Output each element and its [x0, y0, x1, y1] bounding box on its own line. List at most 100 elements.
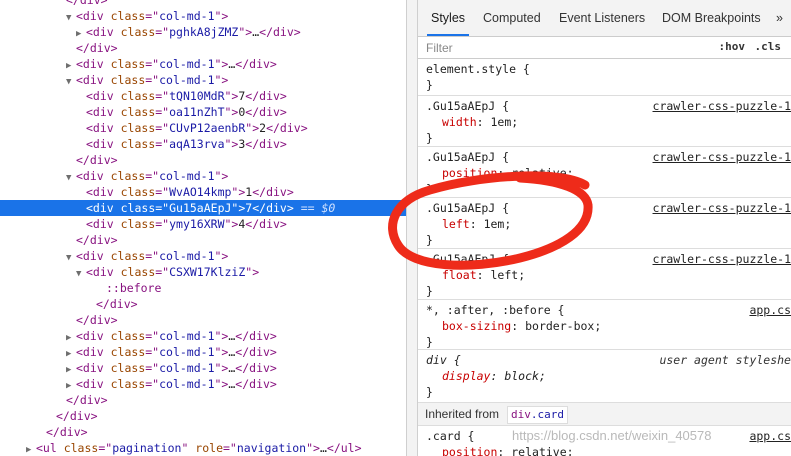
dom-node-row[interactable]: <div class="oa11nZhT">0</div> [0, 104, 287, 120]
node-tag-text: "> [231, 185, 246, 199]
cls-toggle[interactable]: .cls [755, 40, 782, 53]
dom-node-row[interactable]: ▼ <div class="col-md-1"> [0, 168, 228, 184]
dom-node-row[interactable]: ▶ <div class="col-md-1">…</div> [0, 328, 277, 344]
node-attr-text: class [110, 169, 146, 183]
dom-node-row[interactable]: <div class="tQN10MdR">7</div> [0, 88, 287, 104]
node-tag-text: </div> [259, 25, 301, 39]
node-tag-text: <div [76, 57, 111, 71]
node-val-text: pagination [112, 441, 182, 455]
dom-node-row[interactable]: ▶ <div class="col-md-1">…</div> [0, 344, 277, 360]
tab-computed[interactable]: Computed [483, 0, 541, 36]
node-attr-text: class [110, 329, 146, 343]
dom-node-row[interactable]: </div> [0, 424, 88, 440]
node-val-text: col-md-1 [159, 377, 215, 391]
dom-node-row[interactable]: </div> [0, 392, 108, 408]
dom-node-row[interactable]: ▼ <div class="col-md-1"> [0, 8, 228, 24]
style-rule: *, :after, :before {app.cs box-sizing: bo… [418, 300, 791, 350]
styles-filter-input[interactable] [424, 39, 698, 56]
rule-source-link[interactable]: app.cs [749, 302, 791, 318]
card-declaration[interactable]: position: relative; [442, 444, 574, 456]
rule-source-link[interactable]: crawler-css-puzzle-1 [653, 251, 791, 267]
node-tag-text: =" [155, 121, 170, 135]
node-tag-text: "> [231, 201, 246, 215]
css-declaration[interactable]: box-sizing: border-box; [442, 318, 601, 334]
css-declaration[interactable]: display: block; [442, 368, 546, 384]
node-attr-text: class [120, 201, 156, 215]
tab-styles[interactable]: Styles [426, 0, 470, 36]
user-agent-label: user agent styleshe [659, 353, 791, 367]
rule-source-link[interactable]: crawler-css-puzzle-1 [653, 200, 791, 216]
node-val-text: pghkA8jZMZ [169, 25, 239, 39]
dom-node-row[interactable]: <div class="aqA13rva">3</div> [0, 136, 287, 152]
node-tag-text: </div> [46, 425, 88, 439]
css-declaration[interactable]: position: relative; [442, 165, 574, 181]
rule-close-brace: } [426, 233, 433, 247]
dom-node-row[interactable]: ::before [0, 280, 161, 296]
tab-event-listeners[interactable]: Event Listeners [559, 0, 645, 36]
inherited-header: Inherited from div.card [418, 403, 791, 426]
expand-right-icon[interactable]: ▶ [26, 442, 36, 456]
dom-node-row[interactable]: ▶ <ul class="pagination" role="navigation… [0, 440, 362, 456]
card-source-link[interactable]: app.cs [749, 428, 791, 444]
dom-node-row[interactable]: ▶ <div class="col-md-1">…</div> [0, 376, 277, 392]
dom-node-row[interactable]: </div> [0, 296, 138, 312]
node-tag-text: <div [86, 121, 121, 135]
css-declaration[interactable]: width: 1em; [442, 114, 518, 130]
node-tag-text: =" [145, 73, 160, 87]
css-declaration[interactable]: left: 1em; [442, 216, 511, 232]
node-tag-text: =" [155, 265, 170, 279]
dom-node-row[interactable]: </div> [0, 152, 118, 168]
dom-node-row[interactable]: <div class="CUvP12aenbR">2</div> [0, 120, 308, 136]
node-tag-text: <div [86, 105, 121, 119]
tab-overflow-chevron[interactable]: » [776, 0, 783, 36]
rule-source-link[interactable]: crawler-css-puzzle-1 [653, 149, 791, 165]
css-declaration[interactable]: float: left; [442, 267, 525, 283]
dom-node-row[interactable]: <div class="ymy16XRW">4</div> [0, 216, 287, 232]
node-tag-text: </div> [56, 409, 98, 423]
rule-selector: .Gu15aAEpJ { [426, 201, 510, 215]
node-tag-text: =" [223, 441, 237, 455]
node-val-text: Gu15aAEpJ [169, 201, 232, 215]
inherited-element-link[interactable]: div.card [507, 406, 568, 424]
node-tag-text: </div> [76, 41, 118, 55]
node-tag-text: "> [214, 249, 229, 263]
dom-node-row[interactable]: </div> [0, 312, 118, 328]
dom-node-row[interactable]: ▼ <div class="CSXW17KlziZ"> [0, 264, 259, 280]
inherited-label: Inherited from [425, 407, 500, 421]
dom-node-row[interactable]: ▼ <div class="col-md-1"> [0, 72, 228, 88]
node-tag-text: "> [214, 377, 229, 391]
node-tag-text: "> [214, 57, 229, 71]
hov-toggle[interactable]: :hov [719, 40, 746, 53]
node-val-text: CUvP12aenbR [169, 121, 246, 135]
rule-close-brace: } [426, 182, 433, 196]
dom-node-row[interactable]: <div class="WvAO14kmp">1</div> [0, 184, 294, 200]
selected-node-row[interactable]: <div class="Gu15aAEpJ">7</div> == $0 [0, 200, 406, 216]
dom-node-row[interactable]: ▼ <div class="col-md-1"> [0, 248, 228, 264]
dom-node-row[interactable]: </div> [0, 0, 108, 8]
dom-node-row[interactable]: </div> [0, 408, 98, 424]
node-attr-text: class [110, 345, 146, 359]
node-tag-text: =" [145, 377, 160, 391]
node-tag-text: "> [245, 265, 260, 279]
node-tag-text: </div> [252, 201, 294, 215]
dom-node-row[interactable]: ▶ <div class="col-md-1">…</div> [0, 360, 277, 376]
node-tag-text: =" [145, 9, 160, 23]
node-val-text: col-md-1 [159, 57, 215, 71]
node-tag-text: </div> [252, 185, 294, 199]
node-tag-text: <div [76, 73, 111, 87]
tab-dom-breakpoints[interactable]: DOM Breakpoints [662, 0, 761, 36]
style-rule: .Gu15aAEpJ {crawler-css-puzzle-1 width: 1… [418, 96, 791, 147]
node-tag-text: "> [245, 121, 260, 135]
node-attr-text: class [120, 217, 156, 231]
dom-node-row[interactable]: ▶ <div class="col-md-1">…</div> [0, 56, 277, 72]
dom-node-row[interactable]: </div> [0, 232, 118, 248]
node-tag-text: "> [224, 137, 239, 151]
node-tag-text: =" [155, 201, 170, 215]
node-tag-text: <div [76, 9, 111, 23]
node-attr-text: class [120, 25, 156, 39]
dom-node-row[interactable]: </div> [0, 40, 118, 56]
rule-source-link[interactable]: crawler-css-puzzle-1 [653, 98, 791, 114]
dom-node-row[interactable]: ▶ <div class="pghkA8jZMZ">…</div> [0, 24, 301, 40]
inherited-tag: div [511, 408, 531, 421]
panel-splitter[interactable] [406, 0, 418, 456]
